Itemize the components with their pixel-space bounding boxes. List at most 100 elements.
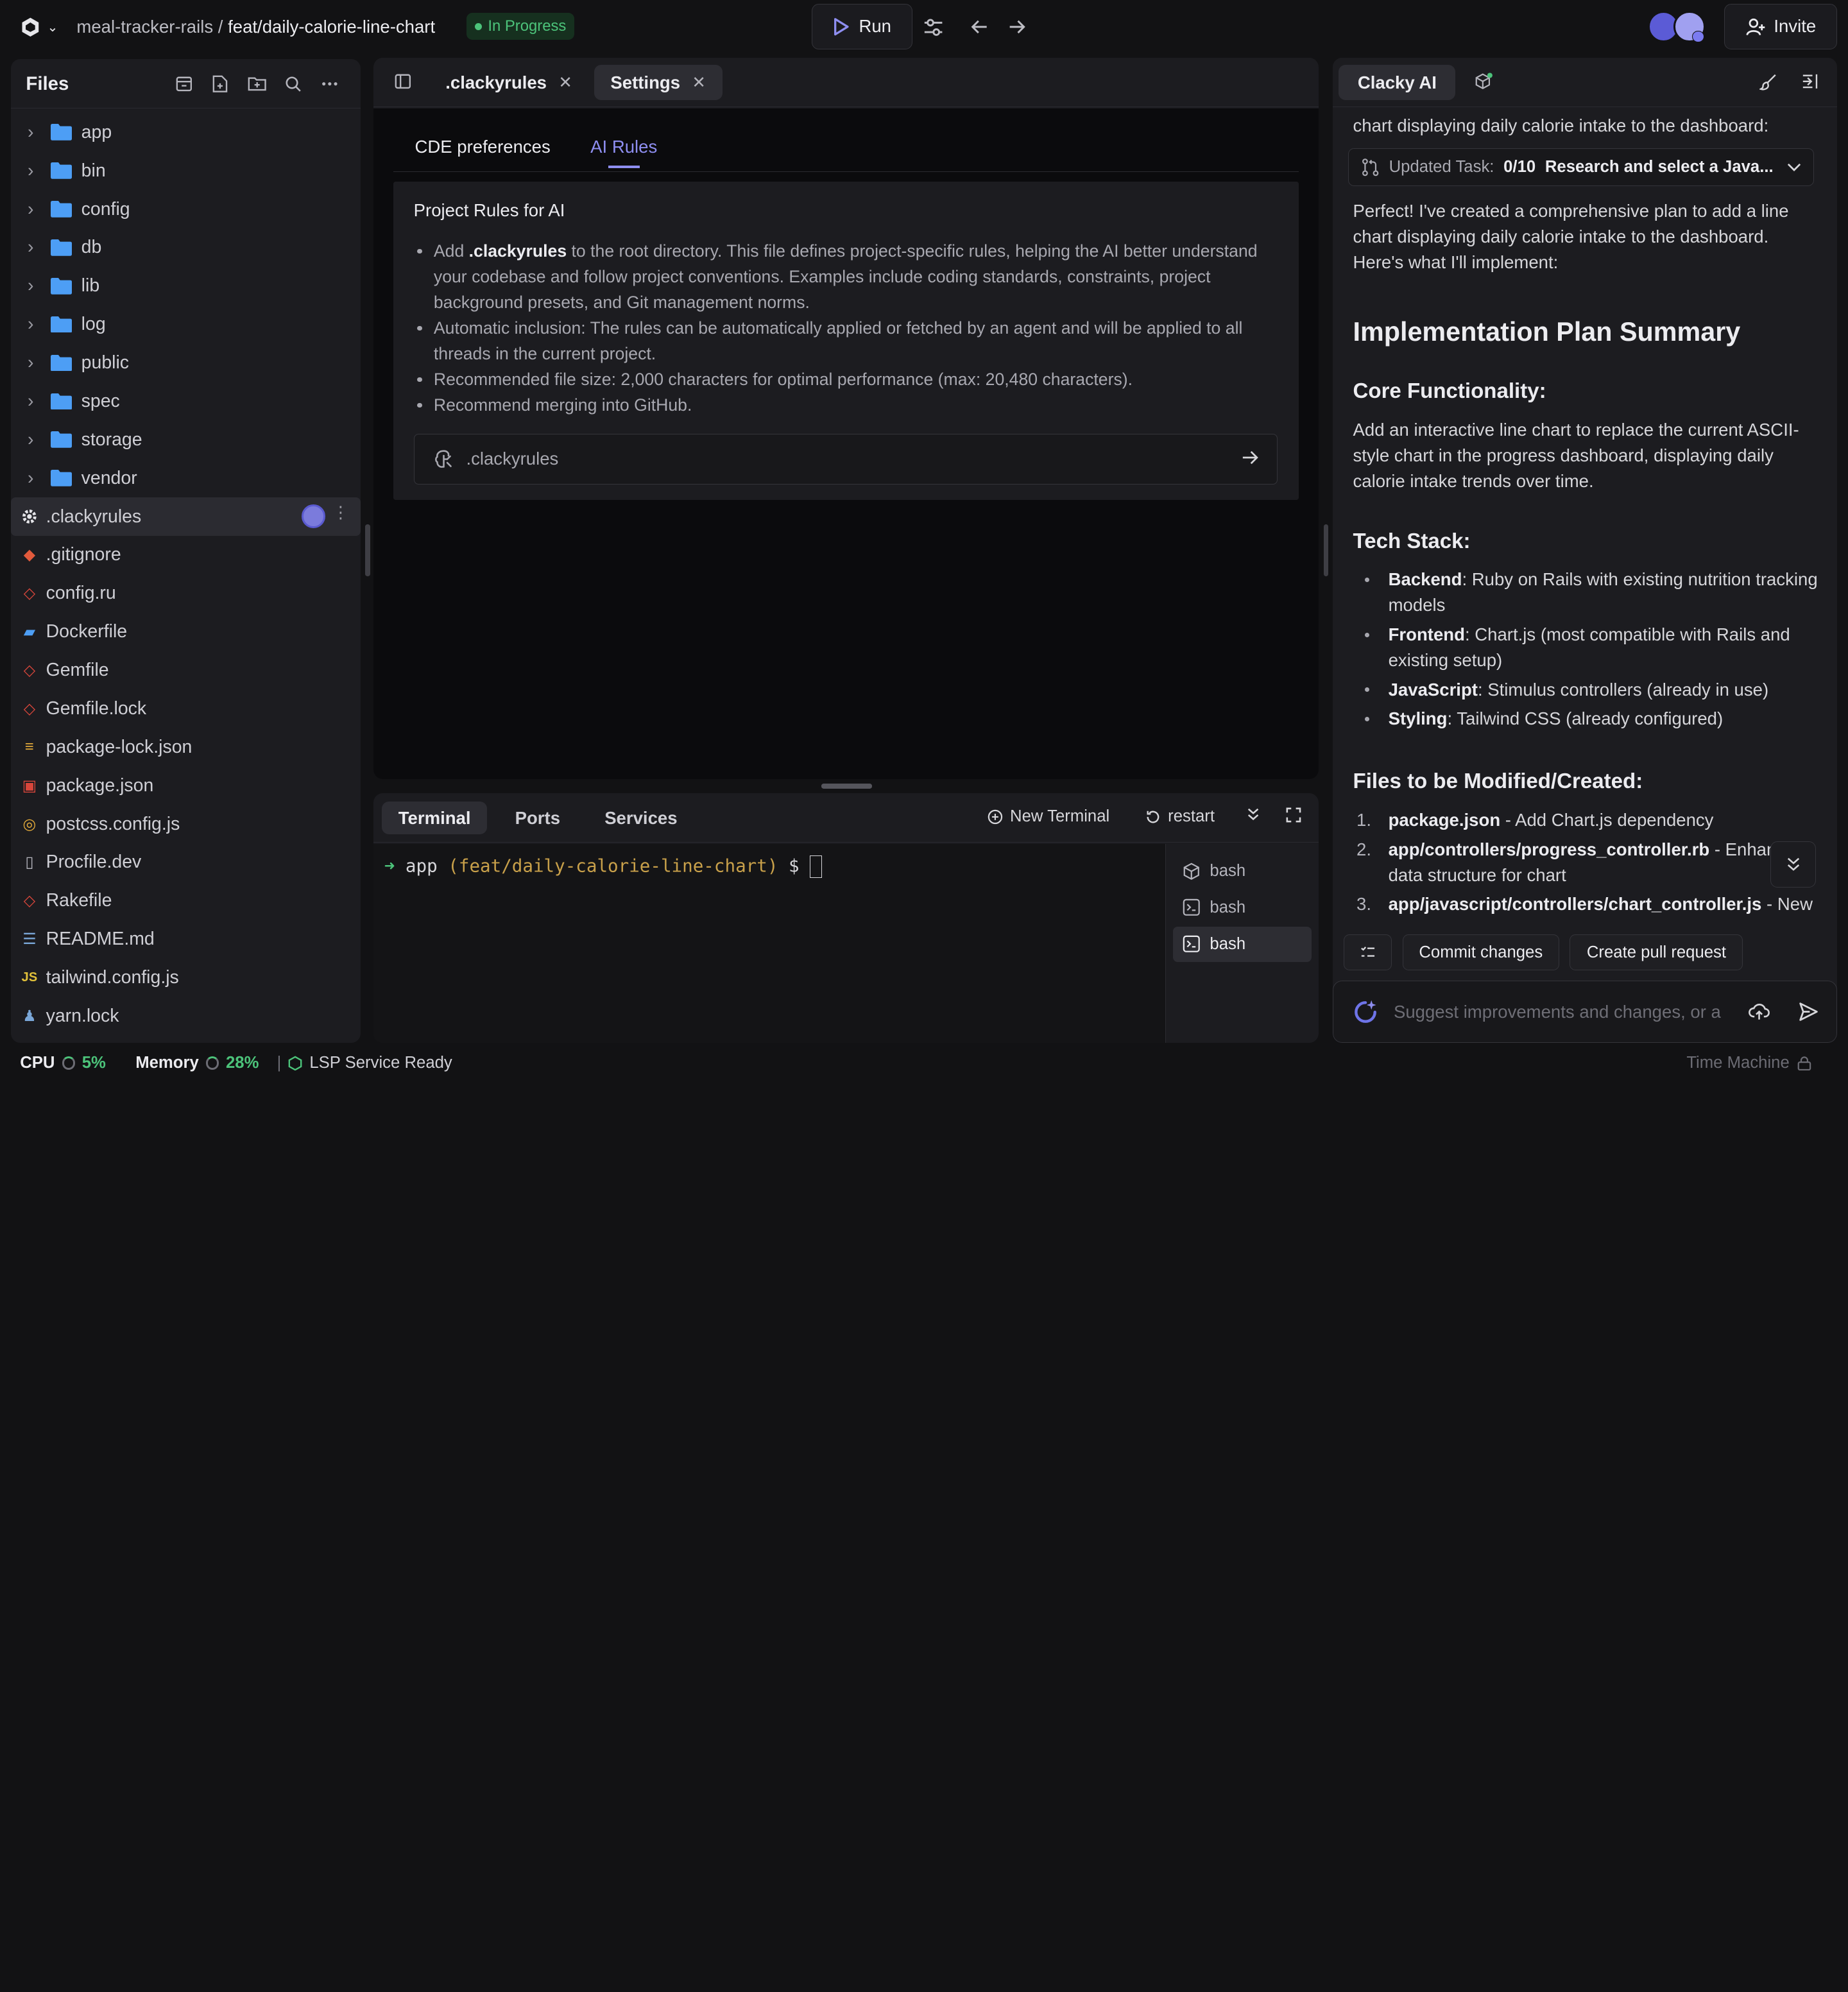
list-toggle-button[interactable] — [1343, 934, 1392, 970]
tree-file-gemfile[interactable]: ◇ Gemfile — [11, 651, 361, 690]
session-item[interactable]: bash — [1173, 890, 1312, 925]
user-add-icon — [1746, 18, 1765, 35]
rules-list: Add .clackyrules to the root directory. … — [414, 238, 1274, 418]
lsp-status: | LSP Service Ready — [277, 1054, 452, 1072]
workspace-menu[interactable]: ⌄ — [19, 14, 58, 40]
sidebar-toggle-icon[interactable] — [395, 73, 411, 95]
tab-terminal[interactable]: Terminal — [382, 801, 488, 835]
tree-file-procfile[interactable]: ▯ Procfile.dev — [11, 843, 361, 882]
tab-settings[interactable]: Settings ✕ — [594, 65, 723, 101]
tree-folder-spec[interactable]: › spec — [11, 382, 361, 420]
task-update-card[interactable]: Updated Task: 0/10 Research and select a… — [1348, 148, 1814, 187]
tree-folder-storage[interactable]: › storage — [11, 420, 361, 459]
breadcrumb-repo[interactable]: meal-tracker-rails — [76, 17, 213, 37]
chevron-down-icon: ⌄ — [47, 20, 58, 35]
run-config-icon[interactable] — [920, 14, 946, 40]
search-icon[interactable] — [280, 72, 306, 96]
tree-folder-log[interactable]: › log — [11, 305, 361, 344]
panel-resize-handle[interactable] — [821, 784, 873, 789]
tree-item-label: .clackyrules — [46, 506, 142, 527]
time-machine-button[interactable]: Time Machine — [1686, 1054, 1811, 1072]
folder-icon — [50, 239, 72, 256]
subtab-cde-preferences[interactable]: CDE preferences — [415, 137, 550, 157]
cpu-indicator: CPU 5% — [20, 1054, 106, 1072]
close-icon[interactable]: ✕ — [692, 73, 706, 92]
lock-icon — [1797, 1056, 1811, 1070]
settings-subtabs: CDE preferences AI Rules — [393, 108, 1299, 173]
close-icon[interactable]: ✕ — [558, 73, 572, 92]
list-item: 2. app/controllers/progress_controller.rb… — [1356, 839, 1795, 885]
tree-folder-public[interactable]: › public — [11, 344, 361, 382]
tree-file-package-json[interactable]: ▣ package.json — [11, 766, 361, 805]
tree-file-dockerfile[interactable]: ▰ Dockerfile — [11, 613, 361, 651]
new-terminal-button[interactable]: New Terminal — [988, 807, 1109, 826]
session-item-active[interactable]: bash — [1173, 926, 1312, 962]
tree-file-clackyrules[interactable]: .clackyrules ⋮ — [10, 497, 361, 536]
ai-resize-handle[interactable] — [1323, 524, 1328, 577]
send-icon[interactable] — [1798, 1001, 1819, 1022]
chevron-double-down-icon[interactable] — [1247, 807, 1260, 821]
breadcrumb-branch[interactable]: feat/daily-calorie-line-chart — [228, 17, 435, 37]
tree-file-config-ru[interactable]: ◇ config.ru — [11, 574, 361, 613]
tree-file-tailwind[interactable]: JS tailwind.config.js — [11, 959, 361, 997]
files-resize-handle[interactable] — [365, 524, 370, 577]
tab-ports[interactable]: Ports — [499, 802, 577, 834]
invite-button[interactable]: Invite — [1724, 3, 1838, 50]
session-item[interactable]: bash — [1173, 854, 1312, 889]
restart-button[interactable]: restart — [1145, 807, 1215, 826]
tab-clackyrules[interactable]: .clackyrules ✕ — [429, 65, 589, 100]
tree-file-gemfile-lock[interactable]: ◇ Gemfile.lock — [11, 689, 361, 728]
tree-item-label: log — [81, 314, 106, 335]
prompt-directory: app — [405, 855, 438, 877]
panel-collapse-icon[interactable] — [1802, 73, 1820, 95]
docker-icon: ▰ — [23, 623, 36, 641]
tab-services[interactable]: Services — [588, 802, 694, 834]
arrow-right-icon[interactable] — [1004, 14, 1030, 40]
brush-icon[interactable] — [1758, 73, 1777, 96]
arrow-left-icon[interactable] — [966, 14, 992, 40]
create-pull-request-button[interactable]: Create pull request — [1570, 934, 1743, 970]
open-clackyrules-link[interactable]: .clackyrules — [413, 433, 1278, 485]
ruby-icon: ◇ — [23, 662, 36, 679]
tree-file-yarn-lock[interactable]: ♟ yarn.lock — [11, 997, 361, 1035]
tree-folder-bin[interactable]: › bin — [11, 151, 361, 190]
folder-icon — [50, 393, 72, 410]
commit-changes-button[interactable]: Commit changes — [1402, 934, 1559, 970]
tree-file-rakefile[interactable]: ◇ Rakefile — [11, 882, 361, 920]
ai-agent-icon[interactable] — [1475, 72, 1493, 96]
ai-input-box[interactable]: Suggest improvements and changes, or a — [1333, 981, 1838, 1043]
upload-icon[interactable] — [1748, 1002, 1770, 1021]
js-icon: JS — [21, 970, 38, 984]
tree-folder-app[interactable]: › app — [11, 113, 361, 151]
chevron-right-icon: › — [27, 237, 34, 258]
subtab-ai-rules[interactable]: AI Rules — [590, 137, 657, 169]
list-item: Styling: Tailwind CSS (already configure… — [1353, 706, 1818, 732]
tree-folder-vendor[interactable]: › vendor — [11, 459, 361, 497]
rule-item: Recommend merging into GitHub. — [414, 392, 1274, 418]
terminal-output[interactable]: ➜ app (feat/daily-calorie-line-chart) $ — [373, 844, 1166, 1043]
tree-file-gitignore[interactable]: ◆ .gitignore — [11, 536, 361, 574]
tree-file-package-lock[interactable]: ≡ package-lock.json — [11, 728, 361, 766]
run-button[interactable]: Run — [812, 3, 912, 50]
tree-folder-config[interactable]: › config — [11, 190, 361, 228]
status-badge: In Progress — [466, 13, 575, 40]
more-icon[interactable] — [317, 72, 343, 96]
new-file-icon[interactable] — [207, 72, 233, 96]
ai-input-placeholder: Suggest improvements and changes, or a — [1393, 1001, 1721, 1022]
more-vertical-icon[interactable]: ⋮ — [332, 503, 349, 522]
tree-folder-lib[interactable]: › lib — [11, 267, 361, 305]
tree-file-readme[interactable]: ☰ README.md — [11, 920, 361, 959]
maximize-icon[interactable] — [1286, 807, 1301, 823]
prompt-branch: (feat/daily-calorie-line-chart) — [448, 855, 778, 877]
tree-folder-db[interactable]: › db — [11, 228, 361, 267]
terminal-sessions: bash bash bash — [1165, 844, 1319, 1043]
tab-clacky-ai[interactable]: Clacky AI — [1339, 65, 1456, 101]
collaborator-avatars[interactable] — [1647, 10, 1716, 44]
scroll-to-bottom-button[interactable] — [1770, 841, 1817, 888]
folder-icon — [50, 470, 72, 486]
tree-file-postcss[interactable]: ◎ postcss.config.js — [11, 805, 361, 843]
terminal-panel: Terminal Ports Services New Terminal res… — [373, 793, 1319, 1043]
list-icon — [1360, 946, 1374, 957]
new-folder-icon[interactable] — [244, 72, 270, 96]
collapse-all-icon[interactable] — [171, 72, 196, 96]
